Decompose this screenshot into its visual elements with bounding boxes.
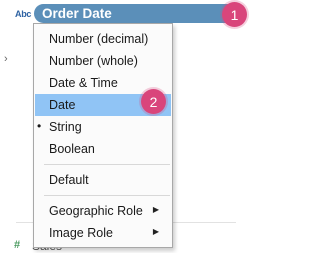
- submenu-arrow-icon: ▶: [152, 227, 159, 236]
- menu-item-number-whole[interactable]: Number (whole): [35, 50, 171, 72]
- step-badge-2: 2: [141, 89, 166, 114]
- menu-separator: [44, 195, 170, 196]
- submenu-arrow-icon: ▶: [152, 205, 159, 214]
- menu-item-label: Geographic Role: [49, 204, 143, 218]
- menu-item-label: Date & Time: [49, 76, 118, 90]
- menu-item-label: Date: [49, 98, 76, 112]
- menu-item-boolean[interactable]: Boolean: [35, 138, 171, 160]
- menu-separator: [44, 164, 170, 165]
- menu-item-label: String: [49, 120, 82, 134]
- string-type-icon[interactable]: Abc: [15, 9, 31, 19]
- field-name: Order Date: [42, 6, 112, 21]
- menu-item-string[interactable]: • String: [35, 116, 171, 138]
- menu-item-default[interactable]: Default: [35, 169, 171, 191]
- measure-icon: #: [14, 239, 21, 251]
- menu-item-label: Boolean: [49, 142, 95, 156]
- order-date-field-pill[interactable]: Order Date: [34, 4, 246, 23]
- data-type-menu: Number (decimal) Number (whole) Date & T…: [33, 23, 173, 248]
- menu-item-image-role[interactable]: Image Role ▶: [35, 222, 171, 244]
- menu-item-label: Image Role: [49, 226, 113, 240]
- menu-item-label: Number (whole): [49, 54, 138, 68]
- expand-chevron-icon[interactable]: ›: [4, 53, 8, 65]
- menu-item-geographic-role[interactable]: Geographic Role ▶: [35, 200, 171, 222]
- menu-item-label: Default: [49, 173, 89, 187]
- menu-item-number-decimal[interactable]: Number (decimal): [35, 28, 171, 50]
- step-badge-1: 1: [222, 2, 247, 27]
- checked-bullet-icon: •: [37, 119, 42, 133]
- menu-item-label: Number (decimal): [49, 32, 149, 46]
